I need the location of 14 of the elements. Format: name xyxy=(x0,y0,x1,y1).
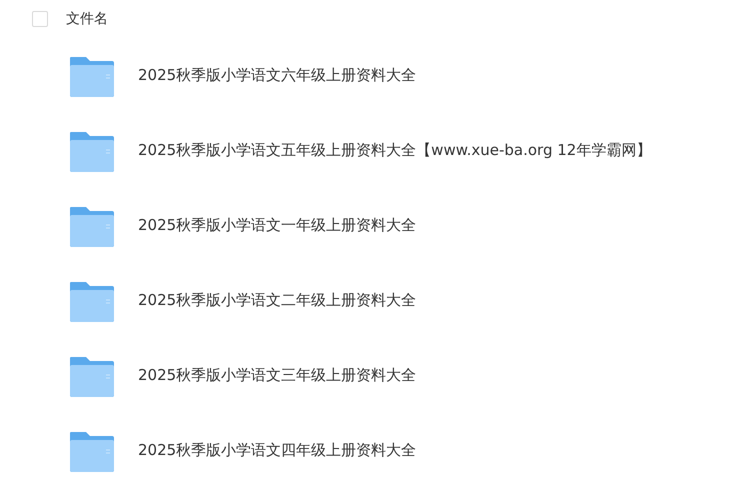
folder-name[interactable]: 2025秋季版小学语文二年级上册资料大全 xyxy=(138,289,416,312)
folder-name[interactable]: 2025秋季版小学语文六年级上册资料大全 xyxy=(138,64,416,87)
folder-name[interactable]: 2025秋季版小学语文五年级上册资料大全【www.xue-ba.org 12年学霸网】 xyxy=(138,139,652,162)
folder-icon xyxy=(69,430,115,472)
folder-icon xyxy=(69,280,115,322)
folder-icon xyxy=(69,204,115,246)
folder-icon xyxy=(69,354,115,396)
column-header: 文件名 xyxy=(66,10,108,28)
folder-icon xyxy=(69,54,115,96)
folder-icon xyxy=(69,130,115,172)
folder-name[interactable]: 2025秋季版小学语文一年级上册资料大全 xyxy=(138,214,416,237)
checkbox[interactable] xyxy=(32,11,48,27)
folder-name[interactable]: 2025秋季版小学语文三年级上册资料大全 xyxy=(138,364,416,387)
folder-name[interactable]: 2025秋季版小学语文四年级上册资料大全 xyxy=(138,439,416,462)
